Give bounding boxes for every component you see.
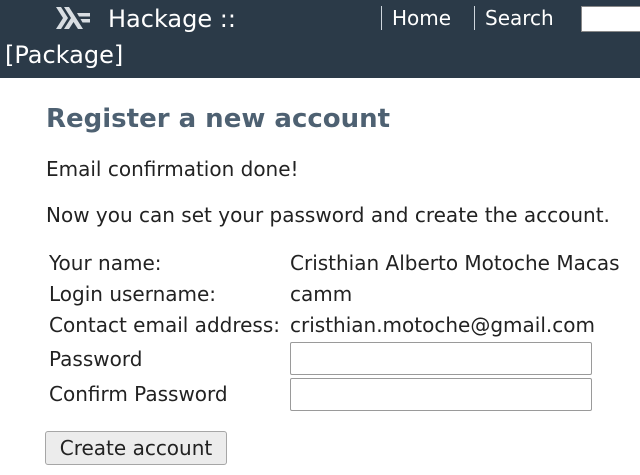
confirm-password-input[interactable] [290,378,592,411]
nav-home-link[interactable]: Home [381,6,451,30]
username-value: camm [290,282,353,306]
confirm-password-label: Confirm Password [49,382,228,406]
name-value: Cristhian Alberto Motoche Macas [290,251,620,275]
name-label: Your name: [49,251,162,275]
haskell-logo-icon[interactable] [56,7,90,29]
page-title: Register a new account [46,104,391,134]
username-label: Login username: [49,282,217,306]
search-input[interactable] [581,6,640,32]
site-subtitle[interactable]: [Package] [5,39,123,71]
email-value: cristhian.motoche@gmail.com [290,313,595,337]
nav-search-link[interactable]: Search [474,6,554,30]
site-header: Hackage :: [Package] Home Search [0,0,640,78]
password-label: Password [49,347,143,371]
site-title[interactable]: Hackage :: [108,3,236,35]
password-input[interactable] [290,342,592,375]
confirmation-message: Email confirmation done! [46,157,299,181]
create-account-button[interactable]: Create account [45,431,227,465]
email-label: Contact email address: [49,313,280,337]
instruction-message: Now you can set your password and create… [46,203,610,227]
